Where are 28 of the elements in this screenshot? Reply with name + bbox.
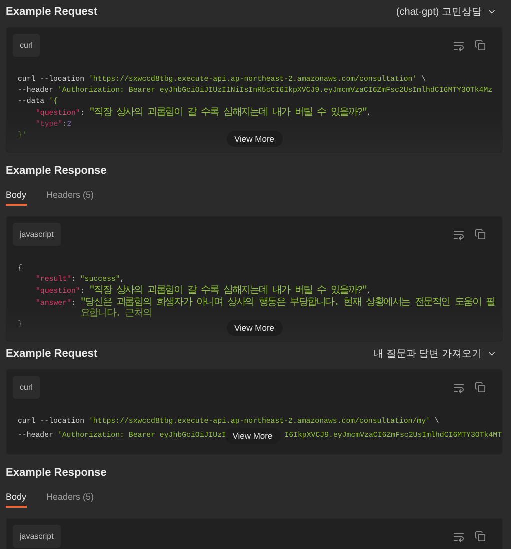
section-title: Example Response	[6, 467, 107, 479]
copy-icon[interactable]	[475, 40, 486, 51]
response-tab[interactable]: Body	[6, 190, 27, 206]
language-label: javascript	[13, 525, 61, 548]
view-more-button[interactable]: View More	[226, 320, 282, 336]
code-token: "직장 상사의 괴롭힘이 갈 수록 심해지는데 내가 버틸 수 있을까?"	[89, 108, 367, 119]
code-token: "직장 상사의 괴롭힘이 갈 수록 심해지는데 내가 버틸 수 있을까?"	[89, 286, 367, 297]
example-selector[interactable]: (chat-gpt) 고민상담	[396, 5, 503, 19]
wrap-lines-icon[interactable]	[453, 229, 465, 241]
response-tab[interactable]: Headers (5)	[46, 492, 94, 508]
wrap-lines-icon[interactable]	[453, 531, 465, 543]
copy-icon[interactable]	[475, 531, 486, 542]
language-label: javascript	[13, 223, 61, 246]
wrap-lines-icon[interactable]	[453, 382, 465, 394]
section-title: Example Response	[6, 165, 107, 177]
example-selector[interactable]: 내 질문과 답변 가져오기	[374, 347, 503, 361]
language-label: curl	[13, 376, 40, 399]
view-more-button[interactable]: View More	[224, 428, 281, 444]
copy-icon[interactable]	[475, 229, 486, 240]
code-token: "당신은 괴롭힘의 희생자가 아니며 상사의 행동은 부당합니다. 현재 상황에서는 전문적인 도움이 필요합니다. 근처의	[80, 298, 496, 320]
response-tab[interactable]: Headers (5)	[46, 190, 94, 206]
response-tab[interactable]: Body	[6, 492, 27, 508]
language-label: curl	[13, 34, 40, 57]
view-more-button[interactable]: View More	[226, 131, 282, 147]
copy-icon[interactable]	[475, 382, 486, 393]
section-title: Example Request	[6, 348, 98, 360]
section-title: Example Request	[6, 6, 98, 18]
wrap-lines-icon[interactable]	[453, 40, 465, 52]
